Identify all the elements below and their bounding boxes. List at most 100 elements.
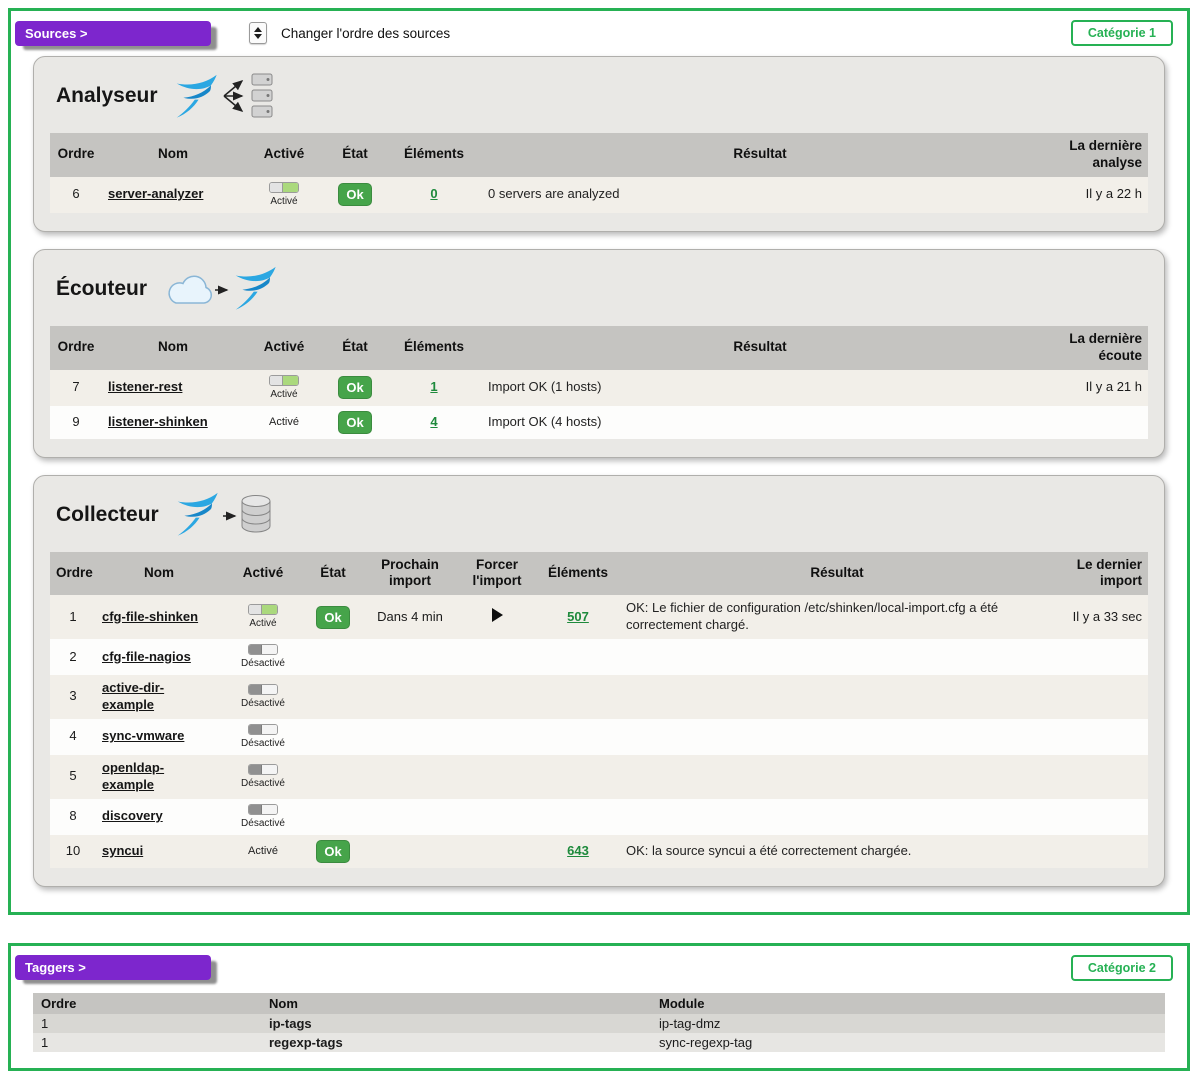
toggle-track	[262, 605, 277, 614]
elements-cell: 507	[536, 595, 620, 639]
enabled-toggle[interactable]	[248, 724, 278, 735]
result-cell	[620, 719, 1054, 755]
panel-analyseur: Analyseur	[33, 56, 1165, 232]
reorder-sources-icon[interactable]	[249, 22, 267, 44]
elements-cell	[536, 639, 620, 675]
next-import-cell	[362, 639, 458, 675]
enabled-cell: Désactivé	[222, 719, 304, 755]
source-row: 10syncuiActivéOk643OK: la source syncui …	[50, 835, 1148, 868]
elements-count-link[interactable]: 0	[430, 186, 437, 201]
column-header-forcer: Forcer l'import	[458, 552, 536, 596]
enabled-label: Désactivé	[241, 737, 285, 750]
column-header-last: La dernière écoute	[1038, 326, 1148, 370]
toggle-track	[262, 765, 277, 774]
status-ok-badge: Ok	[338, 411, 371, 434]
result-cell: OK: Le fichier de configuration /etc/shi…	[620, 595, 1054, 639]
column-header-nom: Nom	[102, 133, 244, 177]
enabled-toggle[interactable]	[248, 644, 278, 655]
result-cell	[620, 799, 1054, 835]
source-name-link[interactable]: syncui	[102, 843, 143, 858]
source-row: 4sync-vmwareDésactivé	[50, 719, 1148, 755]
panel-analyseur-head: Analyseur	[56, 71, 1148, 121]
column-header-prochain: Prochain import	[362, 552, 458, 596]
name-cell: cfg-file-shinken	[96, 595, 222, 639]
column-header-etat: État	[324, 326, 386, 370]
name-cell: server-analyzer	[102, 177, 244, 213]
enabled-toggle[interactable]	[248, 804, 278, 815]
name-cell: active-dir-example	[96, 675, 222, 719]
elements-count-link[interactable]: 4	[430, 414, 437, 429]
order-cell: 1	[50, 595, 96, 639]
result-cell	[620, 675, 1054, 719]
source-name-link[interactable]: active-dir-example	[102, 680, 164, 712]
source-row: 1cfg-file-shinkenActivéOkDans 4 min507OK…	[50, 595, 1148, 639]
toggle-knob	[249, 605, 262, 614]
source-name-link[interactable]: cfg-file-nagios	[102, 649, 191, 664]
source-row: 2cfg-file-nagiosDésactivé	[50, 639, 1148, 675]
enabled-control: Activé	[228, 844, 298, 858]
enabled-label: Activé	[249, 617, 276, 630]
enabled-toggle[interactable]	[248, 604, 278, 615]
column-header-elements: Éléments	[386, 133, 482, 177]
enabled-cell: Désactivé	[222, 639, 304, 675]
column-header-resultat: Résultat	[620, 552, 1054, 596]
enabled-toggle[interactable]	[269, 182, 299, 193]
source-name-link[interactable]: cfg-file-shinken	[102, 609, 198, 624]
source-name-link[interactable]: listener-shinken	[108, 414, 208, 429]
last-run-cell	[1054, 755, 1148, 799]
source-row: 7listener-restActivéOk1Import OK (1 host…	[50, 370, 1148, 406]
force-import-cell	[458, 639, 536, 675]
column-header-ordre: Ordre	[50, 326, 102, 370]
toggle-knob	[249, 765, 262, 774]
enabled-label: Activé	[269, 415, 299, 429]
state-cell: Ok	[324, 406, 386, 439]
elements-count-link[interactable]: 507	[567, 609, 589, 624]
elements-count-link[interactable]: 643	[567, 843, 589, 858]
order-cell: 6	[50, 177, 102, 213]
toggle-track	[262, 805, 277, 814]
source-name-link[interactable]: server-analyzer	[108, 186, 203, 201]
last-run-cell: Il y a 33 sec	[1054, 595, 1148, 639]
enabled-toggle[interactable]	[248, 764, 278, 775]
enabled-cell: Activé	[222, 595, 304, 639]
state-cell	[304, 639, 362, 675]
force-import-cell	[458, 719, 536, 755]
tagger-name-cell: ip-tags	[261, 1014, 651, 1033]
enabled-cell: Désactivé	[222, 675, 304, 719]
last-run-cell	[1054, 639, 1148, 675]
elements-cell: 4	[386, 406, 482, 439]
taggers-button[interactable]: Taggers >	[15, 955, 211, 980]
enabled-toggle[interactable]	[248, 684, 278, 695]
enabled-control: Activé	[250, 375, 318, 401]
sources-button[interactable]: Sources >	[15, 21, 211, 46]
fan-arrows-icon	[224, 81, 242, 111]
panel-ecouteur: Écouteur	[33, 249, 1165, 458]
name-cell: sync-vmware	[96, 719, 222, 755]
toggle-track	[262, 645, 277, 654]
enabled-control: Désactivé	[228, 684, 298, 710]
source-name-link[interactable]: openldap-example	[102, 760, 164, 792]
toggle-track	[283, 376, 298, 385]
tagger-name-label: regexp-tags	[269, 1035, 343, 1050]
toggle-track	[283, 183, 298, 192]
source-row: 8discoveryDésactivé	[50, 799, 1148, 835]
enabled-cell: Désactivé	[222, 755, 304, 799]
header-row: OrdreNomActivéÉtatProchain importForcer …	[50, 552, 1148, 596]
force-import-button[interactable]	[492, 608, 503, 622]
enabled-toggle[interactable]	[269, 375, 299, 386]
name-cell: listener-shinken	[102, 406, 244, 439]
source-name-link[interactable]: discovery	[102, 808, 163, 823]
next-import-cell	[362, 835, 458, 868]
result-cell	[620, 639, 1054, 675]
next-import-cell	[362, 719, 458, 755]
taggers-section-header: Taggers > Catégorie 2	[11, 946, 1187, 989]
enabled-control: Désactivé	[228, 764, 298, 790]
source-name-link[interactable]: sync-vmware	[102, 728, 184, 743]
column-header-active: Activé	[244, 133, 324, 177]
result-cell: 0 servers are analyzed	[482, 177, 1038, 213]
header-row: OrdreNomModule	[33, 993, 1165, 1014]
result-cell: OK: la source syncui a été correctement …	[620, 835, 1054, 868]
elements-count-link[interactable]: 1	[430, 379, 437, 394]
cloud-icon	[169, 276, 211, 303]
source-name-link[interactable]: listener-rest	[108, 379, 182, 394]
